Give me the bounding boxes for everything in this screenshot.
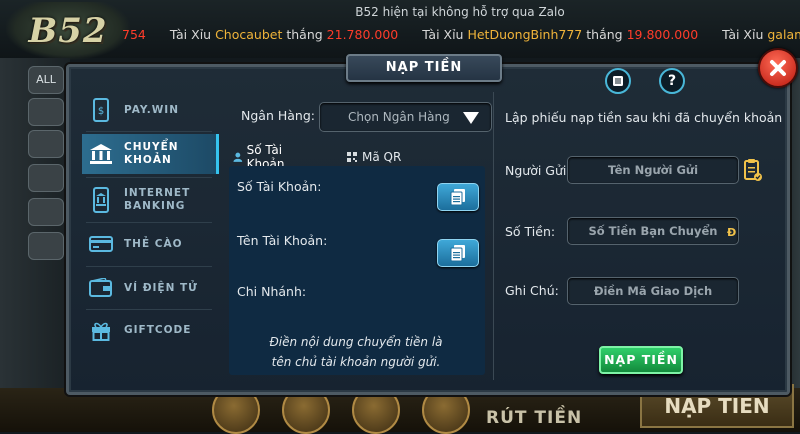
close-button[interactable] [758, 48, 798, 88]
modal-title: NẠP TIỀN [346, 54, 502, 82]
chevron-down-icon [463, 112, 479, 124]
submit-deposit-button[interactable]: NẠP TIỀN [599, 346, 683, 374]
list-icon [613, 76, 623, 86]
help-icon: ? [667, 73, 677, 89]
game-category-button[interactable] [28, 232, 64, 260]
help-button[interactable]: ? [659, 68, 685, 94]
game-category-button[interactable] [28, 198, 64, 226]
clipboard-icon [744, 159, 762, 181]
copy-icon [450, 189, 465, 206]
account-name-label: Tên Tài Khoản: [237, 233, 328, 248]
tab-label: Mã QR [362, 150, 402, 164]
game-category-button[interactable] [28, 98, 64, 126]
currency-symbol: Đ [727, 226, 737, 239]
announcement-banner: B52 hiện tại không hỗ trợ qua Zalo [355, 5, 565, 19]
menu-item-the-cao[interactable]: THẺ CÀO [82, 224, 216, 264]
menu-item-chuyen-khoan[interactable]: CHUYỂN KHOẢN [82, 134, 219, 174]
form-instruction: Lập phiếu nạp tiền sau khi đã chuyển kho… [505, 110, 783, 125]
bank-label: Ngân Hàng: [241, 108, 315, 123]
filter-all-button[interactable]: ALL [28, 66, 64, 94]
card-icon [88, 231, 114, 257]
bank-icon [88, 141, 114, 167]
menu-divider [86, 131, 212, 132]
game-category-button[interactable] [28, 130, 64, 158]
menu-divider [86, 177, 212, 178]
gift-icon [88, 317, 114, 343]
qr-icon [347, 152, 357, 162]
withdraw-button[interactable]: RÚT TIỀN [486, 408, 582, 428]
sender-name-input[interactable] [567, 156, 739, 184]
copy-icon [450, 245, 465, 262]
menu-label: GIFTCODE [124, 323, 192, 336]
paste-clipboard-button[interactable] [743, 158, 763, 186]
winner-ticker: 754 Tài Xỉu Chocaubet thắng 21.780.000 T… [122, 27, 800, 42]
menu-item-internet-banking[interactable]: INTERNET BANKING [82, 180, 216, 220]
sender-label: Người Gửi: [505, 163, 571, 178]
column-divider [493, 92, 494, 380]
mobile-banking-icon [88, 187, 114, 213]
menu-label: CHUYỂN KHOẢN [124, 141, 179, 166]
close-icon [770, 60, 786, 76]
menu-label: VÍ ĐIỆN TỬ [124, 281, 198, 294]
transfer-note-line: Điền nội dung chuyển tiền là [269, 335, 443, 349]
game-category-button[interactable] [28, 164, 64, 192]
menu-label: THẺ CÀO [124, 237, 183, 250]
phone-dollar-icon: $ [88, 97, 114, 123]
user-icon [233, 152, 243, 162]
wallet-icon [88, 275, 114, 301]
account-number-label: Số Tài Khoản: [237, 179, 322, 194]
menu-item-paywin[interactable]: $ PAY.WIN [82, 90, 216, 130]
amount-input[interactable] [567, 217, 739, 245]
svg-text:$: $ [98, 106, 104, 117]
branch-label: Chi Nhánh: [237, 284, 307, 299]
game-logo: B52 [6, 2, 130, 60]
history-list-button[interactable] [605, 68, 631, 94]
bank-select[interactable]: Chọn Ngân Hàng [319, 102, 492, 132]
tab-qr-code[interactable]: Mã QR [347, 147, 407, 167]
transfer-note: Điền nội dung chuyển tiền là tên chủ tài… [240, 332, 472, 372]
menu-item-vi-dien-tu[interactable]: VÍ ĐIỆN TỬ [82, 268, 216, 308]
transfer-note-line: tên chủ tài khoản người gửi. [271, 355, 441, 369]
menu-label: INTERNET BANKING [124, 187, 191, 212]
menu-divider [86, 222, 212, 223]
bank-select-value: Chọn Ngân Hàng [348, 110, 450, 124]
note-label: Ghi Chú: [505, 283, 559, 298]
copy-account-name-button[interactable] [437, 239, 479, 267]
copy-account-number-button[interactable] [437, 183, 479, 211]
transaction-code-input[interactable] [567, 277, 739, 305]
menu-item-giftcode[interactable]: GIFTCODE [82, 310, 216, 350]
menu-label: PAY.WIN [124, 103, 179, 116]
amount-label: Số Tiền: [505, 224, 556, 239]
menu-divider [86, 266, 212, 267]
